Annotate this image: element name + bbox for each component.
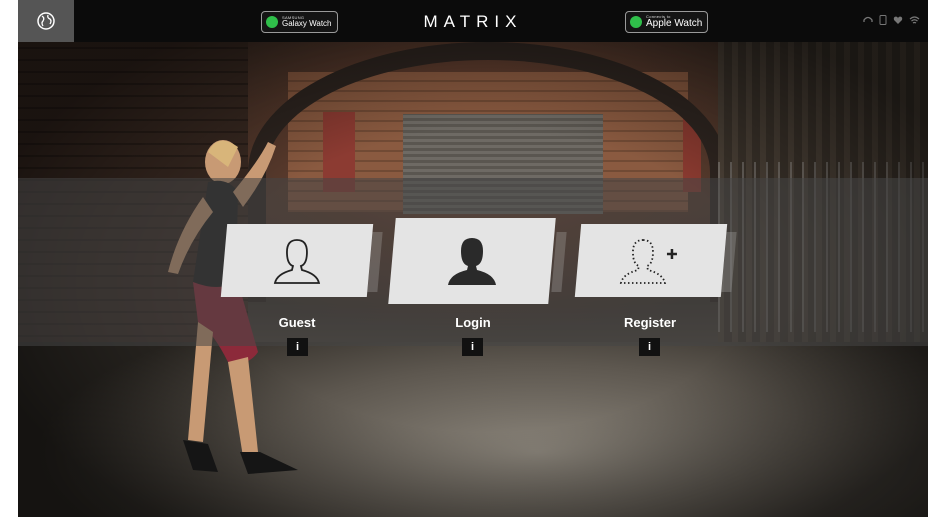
login-label: Login — [455, 315, 491, 330]
status-icons — [863, 15, 920, 25]
user-outline-icon — [273, 238, 321, 284]
brand-logo: MATRIX — [423, 12, 523, 31]
login-option-card[interactable] — [388, 218, 556, 304]
watch-logo-icon — [630, 16, 642, 28]
wifi-icon — [909, 16, 920, 24]
top-bar: SAMSUNG Galaxy Watch MATRIX Connects to … — [18, 0, 928, 42]
guest-info-button[interactable]: i — [287, 338, 308, 356]
login-info-button[interactable]: i — [462, 338, 483, 356]
matrix-console-screen: SAMSUNG Galaxy Watch MATRIX Connects to … — [18, 0, 928, 517]
guest-option-card[interactable] — [220, 224, 374, 297]
user-filled-icon — [448, 238, 496, 285]
add-user-icon — [619, 238, 677, 284]
headphones-icon — [863, 16, 873, 22]
apple-watch-badge[interactable]: Connects to Apple Watch — [625, 11, 709, 33]
register-option-card[interactable] — [574, 224, 728, 297]
phone-icon — [879, 15, 887, 25]
register-info-button[interactable]: i — [639, 338, 660, 356]
guest-label: Guest — [278, 315, 316, 330]
register-label: Register — [623, 315, 677, 330]
heart-icon — [893, 16, 903, 24]
